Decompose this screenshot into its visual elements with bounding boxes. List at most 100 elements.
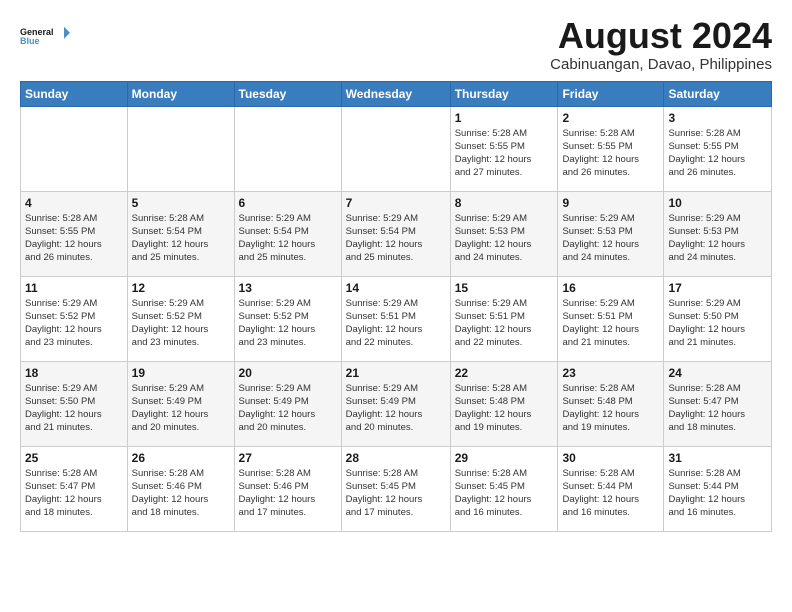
calendar-cell	[21, 106, 128, 191]
calendar-cell: 9 Sunrise: 5:29 AMSunset: 5:53 PMDaylight…	[558, 191, 664, 276]
day-info: Sunrise: 5:28 AMSunset: 5:47 PMDaylight:…	[668, 382, 767, 435]
day-info: Sunrise: 5:29 AMSunset: 5:53 PMDaylight:…	[562, 212, 659, 265]
calendar-cell: 25 Sunrise: 5:28 AMSunset: 5:47 PMDayligh…	[21, 446, 128, 531]
calendar-cell: 27 Sunrise: 5:28 AMSunset: 5:46 PMDayligh…	[234, 446, 341, 531]
day-info: Sunrise: 5:28 AMSunset: 5:46 PMDaylight:…	[132, 467, 230, 520]
day-info: Sunrise: 5:28 AMSunset: 5:46 PMDaylight:…	[239, 467, 337, 520]
day-info: Sunrise: 5:28 AMSunset: 5:44 PMDaylight:…	[668, 467, 767, 520]
day-info: Sunrise: 5:28 AMSunset: 5:54 PMDaylight:…	[132, 212, 230, 265]
day-info: Sunrise: 5:29 AMSunset: 5:50 PMDaylight:…	[25, 382, 123, 435]
day-info: Sunrise: 5:29 AMSunset: 5:53 PMDaylight:…	[455, 212, 554, 265]
day-number: 21	[346, 366, 446, 380]
day-number: 7	[346, 196, 446, 210]
calendar-cell: 12 Sunrise: 5:29 AMSunset: 5:52 PMDayligh…	[127, 276, 234, 361]
weekday-header-saturday: Saturday	[664, 81, 772, 106]
day-number: 9	[562, 196, 659, 210]
day-info: Sunrise: 5:29 AMSunset: 5:51 PMDaylight:…	[455, 297, 554, 350]
calendar-cell: 23 Sunrise: 5:28 AMSunset: 5:48 PMDayligh…	[558, 361, 664, 446]
weekday-header-tuesday: Tuesday	[234, 81, 341, 106]
day-number: 8	[455, 196, 554, 210]
day-number: 17	[668, 281, 767, 295]
calendar-cell: 28 Sunrise: 5:28 AMSunset: 5:45 PMDayligh…	[341, 446, 450, 531]
day-number: 15	[455, 281, 554, 295]
day-info: Sunrise: 5:28 AMSunset: 5:45 PMDaylight:…	[346, 467, 446, 520]
calendar-cell: 15 Sunrise: 5:29 AMSunset: 5:51 PMDayligh…	[450, 276, 558, 361]
day-number: 25	[25, 451, 123, 465]
day-info: Sunrise: 5:29 AMSunset: 5:54 PMDaylight:…	[346, 212, 446, 265]
day-number: 24	[668, 366, 767, 380]
calendar-cell: 10Sunrise: 5:29 AMSunset: 5:53 PMDayligh…	[664, 191, 772, 276]
calendar-cell: 14Sunrise: 5:29 AMSunset: 5:51 PMDayligh…	[341, 276, 450, 361]
day-info: Sunrise: 5:28 AMSunset: 5:55 PMDaylight:…	[455, 127, 554, 180]
day-number: 3	[668, 111, 767, 125]
day-info: Sunrise: 5:28 AMSunset: 5:47 PMDaylight:…	[25, 467, 123, 520]
calendar-cell: 20Sunrise: 5:29 AMSunset: 5:49 PMDayligh…	[234, 361, 341, 446]
day-info: Sunrise: 5:29 AMSunset: 5:49 PMDaylight:…	[132, 382, 230, 435]
day-number: 27	[239, 451, 337, 465]
day-info: Sunrise: 5:29 AMSunset: 5:52 PMDaylight:…	[25, 297, 123, 350]
calendar-cell: 31 Sunrise: 5:28 AMSunset: 5:44 PMDayligh…	[664, 446, 772, 531]
calendar-cell: 24 Sunrise: 5:28 AMSunset: 5:47 PMDayligh…	[664, 361, 772, 446]
calendar-cell: 6 Sunrise: 5:29 AMSunset: 5:54 PMDaylight…	[234, 191, 341, 276]
day-number: 18	[25, 366, 123, 380]
day-info: Sunrise: 5:28 AMSunset: 5:55 PMDaylight:…	[562, 127, 659, 180]
day-info: Sunrise: 5:28 AMSunset: 5:55 PMDaylight:…	[668, 127, 767, 180]
calendar-cell: 3 Sunrise: 5:28 AMSunset: 5:55 PMDaylight…	[664, 106, 772, 191]
calendar-cell: 16 Sunrise: 5:29 AMSunset: 5:51 PMDayligh…	[558, 276, 664, 361]
day-number: 10	[668, 196, 767, 210]
calendar-cell	[234, 106, 341, 191]
weekday-header-thursday: Thursday	[450, 81, 558, 106]
calendar-cell: 1Sunrise: 5:28 AMSunset: 5:55 PMDaylight…	[450, 106, 558, 191]
calendar-cell: 4 Sunrise: 5:28 AMSunset: 5:55 PMDaylight…	[21, 191, 128, 276]
day-number: 14	[346, 281, 446, 295]
day-number: 30	[562, 451, 659, 465]
day-number: 2	[562, 111, 659, 125]
day-number: 19	[132, 366, 230, 380]
day-info: Sunrise: 5:29 AMSunset: 5:52 PMDaylight:…	[132, 297, 230, 350]
day-info: Sunrise: 5:28 AMSunset: 5:55 PMDaylight:…	[25, 212, 123, 265]
day-info: Sunrise: 5:29 AMSunset: 5:51 PMDaylight:…	[562, 297, 659, 350]
day-number: 13	[239, 281, 337, 295]
day-number: 28	[346, 451, 446, 465]
day-info: Sunrise: 5:29 AMSunset: 5:50 PMDaylight:…	[668, 297, 767, 350]
calendar-cell	[341, 106, 450, 191]
day-info: Sunrise: 5:28 AMSunset: 5:48 PMDaylight:…	[455, 382, 554, 435]
logo: General Blue	[20, 16, 70, 56]
calendar-cell: 11 Sunrise: 5:29 AMSunset: 5:52 PMDayligh…	[21, 276, 128, 361]
weekday-header-sunday: Sunday	[21, 81, 128, 106]
day-number: 23	[562, 366, 659, 380]
title-area: August 2024 Cabinuangan, Davao, Philippi…	[550, 16, 772, 73]
day-info: Sunrise: 5:28 AMSunset: 5:48 PMDaylight:…	[562, 382, 659, 435]
calendar-cell	[127, 106, 234, 191]
calendar-cell: 26Sunrise: 5:28 AMSunset: 5:46 PMDayligh…	[127, 446, 234, 531]
month-year-title: August 2024	[550, 16, 772, 56]
day-number: 31	[668, 451, 767, 465]
calendar-cell: 19 Sunrise: 5:29 AMSunset: 5:49 PMDayligh…	[127, 361, 234, 446]
day-number: 4	[25, 196, 123, 210]
day-info: Sunrise: 5:29 AMSunset: 5:54 PMDaylight:…	[239, 212, 337, 265]
day-number: 5	[132, 196, 230, 210]
weekday-header-wednesday: Wednesday	[341, 81, 450, 106]
day-number: 12	[132, 281, 230, 295]
calendar-cell: 5 Sunrise: 5:28 AMSunset: 5:54 PMDaylight…	[127, 191, 234, 276]
day-info: Sunrise: 5:28 AMSunset: 5:44 PMDaylight:…	[562, 467, 659, 520]
weekday-header-friday: Friday	[558, 81, 664, 106]
calendar-cell: 21Sunrise: 5:29 AMSunset: 5:49 PMDayligh…	[341, 361, 450, 446]
svg-text:General: General	[20, 27, 54, 37]
day-number: 16	[562, 281, 659, 295]
day-number: 6	[239, 196, 337, 210]
location-subtitle: Cabinuangan, Davao, Philippines	[550, 56, 772, 73]
day-info: Sunrise: 5:28 AMSunset: 5:45 PMDaylight:…	[455, 467, 554, 520]
calendar-cell: 30 Sunrise: 5:28 AMSunset: 5:44 PMDayligh…	[558, 446, 664, 531]
calendar-cell: 17 Sunrise: 5:29 AMSunset: 5:50 PMDayligh…	[664, 276, 772, 361]
weekday-header-monday: Monday	[127, 81, 234, 106]
calendar-cell: 13 Sunrise: 5:29 AMSunset: 5:52 PMDayligh…	[234, 276, 341, 361]
day-number: 22	[455, 366, 554, 380]
calendar-cell: 22 Sunrise: 5:28 AMSunset: 5:48 PMDayligh…	[450, 361, 558, 446]
calendar-cell: 8 Sunrise: 5:29 AMSunset: 5:53 PMDaylight…	[450, 191, 558, 276]
calendar-cell: 2 Sunrise: 5:28 AMSunset: 5:55 PMDaylight…	[558, 106, 664, 191]
day-info: Sunrise: 5:29 AMSunset: 5:49 PMDaylight:…	[239, 382, 337, 435]
calendar-cell: 18 Sunrise: 5:29 AMSunset: 5:50 PMDayligh…	[21, 361, 128, 446]
day-number: 11	[25, 281, 123, 295]
day-info: Sunrise: 5:29 AMSunset: 5:52 PMDaylight:…	[239, 297, 337, 350]
